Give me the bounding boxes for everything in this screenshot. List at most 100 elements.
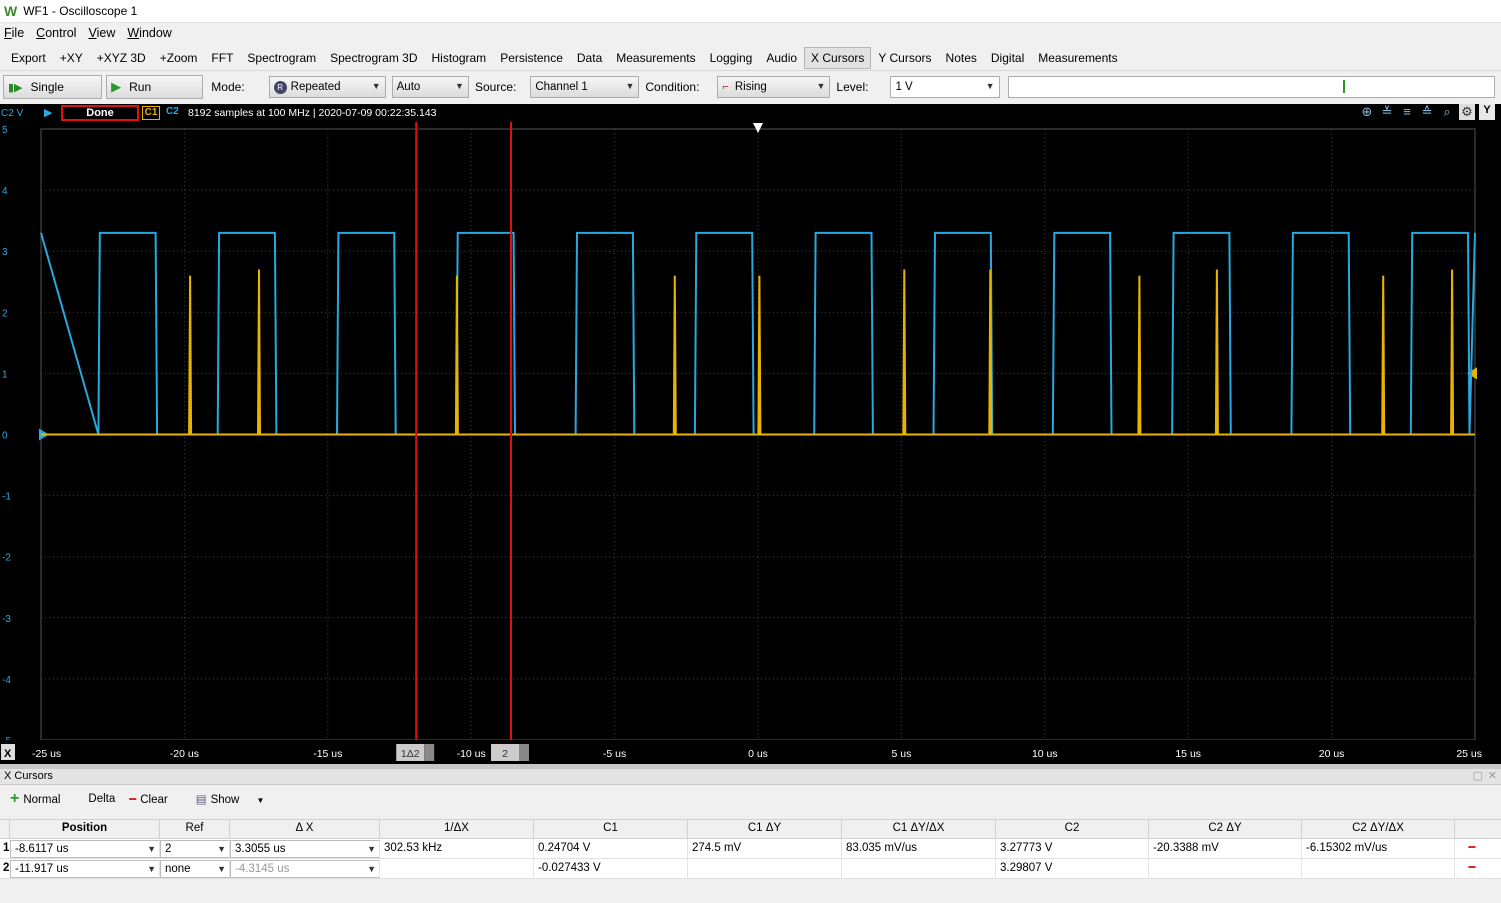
y-tick-label: 1 [2, 369, 8, 380]
oscilloscope-plot[interactable]: 543210-1-2-3-4-5 C2 V ▶ Done C1 C2 8192 … [0, 104, 1501, 764]
chevron-down-icon: ▼ [371, 81, 381, 91]
toolbar-item-x-cursors[interactable]: X Cursors [804, 46, 872, 69]
toolbar-item-logging[interactable]: Logging [703, 47, 760, 69]
x-axis-bar: X -25 us -20 us -15 us -10 us -5 us 0 us 5 us 10… [0, 740, 1501, 764]
toolbar-item-export[interactable]: Export [4, 47, 53, 69]
toolbar-item-spectrogram[interactable]: Spectrogram [240, 47, 323, 69]
cell-c1: 0.24704 V [534, 838, 688, 859]
y-axis-button[interactable]: Y [1479, 104, 1495, 120]
column-header[interactable]: C1 ΔY/ΔX [842, 819, 996, 839]
toolbar-item-notes[interactable]: Notes [939, 47, 984, 69]
toolbar-item-y-cursors[interactable]: Y Cursors [871, 47, 938, 69]
cell-ref-input[interactable]: 2 ▼ [160, 840, 230, 858]
status-row: C2 V ▶ Done C1 C2 8192 samples at 100 MH… [0, 104, 1501, 122]
column-header[interactable]: C1 [534, 819, 688, 839]
column-header[interactable]: C2 [996, 819, 1149, 839]
column-header[interactable]: 1/ΔX [380, 819, 534, 839]
y-tick-label: 5 [2, 125, 8, 136]
normal-button[interactable]: + Normal [10, 790, 74, 808]
clear-button[interactable]: ━ Clear [129, 792, 181, 806]
remove-cursor-icon[interactable]: ━ [1455, 839, 1485, 859]
align-middle-icon[interactable]: ≡ [1399, 104, 1415, 120]
cell-dx-input[interactable]: -4.3145 us ▼ [230, 860, 380, 878]
row-index: 2 [3, 861, 10, 874]
toolbar-item-fft[interactable]: FFT [204, 47, 240, 69]
column-header[interactable]: Ref [160, 819, 230, 839]
waveform-svg[interactable]: 543210-1-2-3-4-5 [0, 104, 1501, 764]
y-tick-label: 2 [2, 308, 8, 319]
run-button[interactable]: ▶ Run [106, 75, 204, 99]
cell-c2-dy: -20.3388 mV [1149, 838, 1302, 859]
toolbar-item--xy[interactable]: +XY [53, 47, 90, 69]
toolbar-item-data[interactable]: Data [570, 47, 609, 69]
level-label: Level: [836, 80, 869, 94]
maximize-icon[interactable]: ▢ [1473, 769, 1483, 784]
toolbar-item-spectrogram-3d[interactable]: Spectrogram 3D [323, 47, 424, 69]
toolbar-item-measurements[interactable]: Measurements [609, 47, 702, 69]
cell-ref-input[interactable]: none ▼ [160, 860, 230, 878]
cell-position-input[interactable]: -8.6117 us ▼ [10, 840, 160, 858]
toolbar-item--zoom[interactable]: +Zoom [153, 47, 205, 69]
cell-value: -4.3145 us [235, 863, 290, 875]
single-button[interactable]: ▮▶ Single [3, 75, 103, 99]
column-header[interactable]: Position [10, 819, 160, 839]
slider-thumb[interactable] [1342, 80, 1345, 93]
source-select[interactable]: Channel 1 ▼ [530, 76, 640, 98]
cursor-tag-dropdown[interactable] [424, 744, 435, 761]
toolbar-item-histogram[interactable]: Histogram [425, 47, 494, 69]
cell-value: none [165, 863, 191, 875]
table-row[interactable]: 2 -11.917 us ▼ none ▼ -4.3145 us ▼ -0.027433 V 3… [0, 858, 1501, 879]
table-row[interactable]: 1 -8.6117 us ▼ 2 ▼ 3.3055 us ▼ 302.53 kHz 0.2470… [0, 838, 1501, 859]
delta-button[interactable]: Delta [88, 793, 115, 805]
chevron-down-icon[interactable]: ▼ [147, 841, 156, 857]
menu-file[interactable]: File [4, 26, 24, 40]
trigger-mode-select[interactable]: Auto ▼ [391, 76, 469, 98]
column-header[interactable]: C2 ΔY/ΔX [1302, 819, 1455, 839]
chevron-down-icon[interactable]: ▼ [367, 861, 376, 877]
cursor-toolbar: + Normal Delta ━ Clear ▤ Show ▼ [0, 785, 1501, 813]
repeat-icon: R [273, 80, 287, 94]
column-header[interactable]: Δ X [230, 819, 380, 839]
zoom-icon[interactable]: ⌕ [1439, 104, 1455, 120]
cell-c2-dydx: -6.15302 mV/us [1302, 838, 1455, 859]
toolbar-item--xyz-3d[interactable]: +XYZ 3D [90, 47, 153, 69]
sample-info: 8192 samples at 100 MHz | 2020-07-09 00:… [188, 107, 437, 119]
chevron-down-icon[interactable]: ▼ [217, 841, 226, 857]
cell-c1: -0.027433 V [534, 858, 688, 879]
zoom-fit-icon[interactable]: ⊕ [1359, 104, 1375, 120]
collapse-arrow-icon[interactable]: ▶ [44, 106, 52, 119]
menu-view[interactable]: View [88, 26, 115, 40]
chevron-down-icon[interactable]: ▼ [367, 841, 376, 857]
toolbar-item-audio[interactable]: Audio [759, 47, 804, 69]
close-icon[interactable]: ✕ [1488, 769, 1497, 784]
chevron-down-icon: ▼ [256, 796, 265, 805]
condition-select[interactable]: ⌐ Rising ▼ [717, 76, 831, 98]
menu-control[interactable]: Control [36, 26, 76, 40]
cell-dx-input[interactable]: 3.3055 us ▼ [230, 840, 380, 858]
app-logo: W [4, 3, 18, 19]
level-input[interactable]: 1 V ▼ [890, 76, 1000, 98]
cell-position-input[interactable]: -11.917 us ▼ [10, 860, 160, 878]
toolbar-item-persistence[interactable]: Persistence [493, 47, 570, 69]
channel1-tag[interactable]: C1 [142, 106, 160, 120]
chevron-down-icon: ▼ [816, 81, 826, 91]
toolbar-item-digital[interactable]: Digital [984, 47, 1031, 69]
align-top-icon[interactable]: ≚ [1379, 104, 1395, 120]
y-tick-label: 0 [2, 431, 8, 442]
trigger-position-slider[interactable] [1007, 76, 1496, 98]
mode-select[interactable]: R Repeated ▼ [268, 76, 386, 98]
plus-icon: + [10, 790, 20, 807]
gear-icon[interactable]: ⚙ [1459, 104, 1475, 120]
chevron-down-icon[interactable]: ▼ [217, 861, 226, 877]
column-header[interactable]: C1 ΔY [688, 819, 842, 839]
chevron-down-icon[interactable]: ▼ [147, 861, 156, 877]
cell-value: 2 [165, 843, 172, 855]
menu-window[interactable]: Window [127, 26, 171, 40]
toolbar-item-measurements[interactable]: Measurements [1031, 47, 1124, 69]
show-button[interactable]: ▤ Show ▼ [196, 792, 279, 806]
cursor-tag-dropdown[interactable] [519, 744, 530, 761]
channel2-tag[interactable]: C2 [166, 106, 179, 117]
column-header[interactable]: C2 ΔY [1149, 819, 1302, 839]
align-bottom-icon[interactable]: ≙ [1419, 104, 1435, 120]
remove-cursor-icon[interactable]: ━ [1455, 859, 1485, 879]
